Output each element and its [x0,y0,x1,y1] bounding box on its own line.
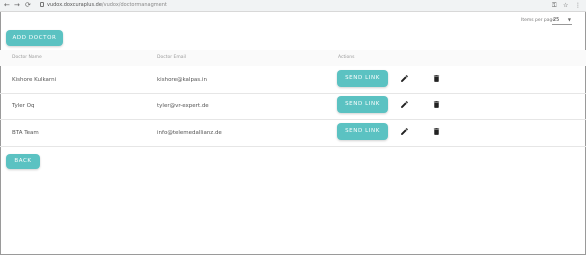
browser-toolbar: ← → ⟳ vudox.doxcuraplus.de/vudox/doctorm… [0,0,586,12]
doctor-name: Kishore Kulkarni [12,77,57,83]
send-link-button[interactable]: SEND LINK [337,70,388,87]
forward-arrow-icon[interactable]: → [14,1,20,10]
header-doctor-name: Doctor Name [12,55,42,60]
doctor-email: kishore@kalpas.in [157,77,207,83]
items-per-page-select[interactable]: 25 ▼ [552,16,572,25]
doctor-name: Tyler Oq [12,103,35,109]
header-doctor-email: Doctor Email [157,55,186,60]
lock-icon [40,2,44,7]
header-actions: Actions [338,55,355,60]
table-header [0,50,586,66]
back-button[interactable]: BACK [6,154,40,169]
doctor-name: BTA Team [12,130,39,136]
edit-pencil-icon[interactable] [400,100,409,109]
items-per-page-label: Items per page [521,18,556,23]
url-host: vudox.doxcuraplus.de [47,2,102,8]
table-row: BTA Team info@telemedallianz.de SEND LIN… [0,120,586,147]
send-link-button[interactable]: SEND LINK [337,96,388,113]
url-path: /vudox/doctormanagment [101,2,167,8]
address-bar[interactable]: vudox.doxcuraplus.de/vudox/doctormanagme… [47,1,167,10]
send-link-button[interactable]: SEND LINK [337,123,388,140]
back-arrow-icon[interactable]: ← [4,1,10,10]
more-icon[interactable]: ⋮ [575,1,581,10]
delete-trash-icon[interactable] [432,127,441,136]
star-icon[interactable]: ☆ [563,1,568,10]
chevron-down-icon: ▼ [567,17,571,22]
doctor-email: info@telemedallianz.de [157,130,222,136]
items-per-page-value: 25 [553,17,560,23]
delete-trash-icon[interactable] [432,100,441,109]
key-icon[interactable]: ⚿ [552,1,557,10]
edit-pencil-icon[interactable] [400,127,409,136]
delete-trash-icon[interactable] [432,74,441,83]
table-row: Tyler Oq tyler@vr-expert.de SEND LINK [0,93,586,120]
edit-pencil-icon[interactable] [400,74,409,83]
reload-icon[interactable]: ⟳ [25,1,31,10]
doctor-email: tyler@vr-expert.de [157,103,209,109]
add-doctor-button[interactable]: ADD DOCTOR [6,30,63,46]
table-row: Kishore Kulkarni kishore@kalpas.in SEND … [0,67,586,94]
